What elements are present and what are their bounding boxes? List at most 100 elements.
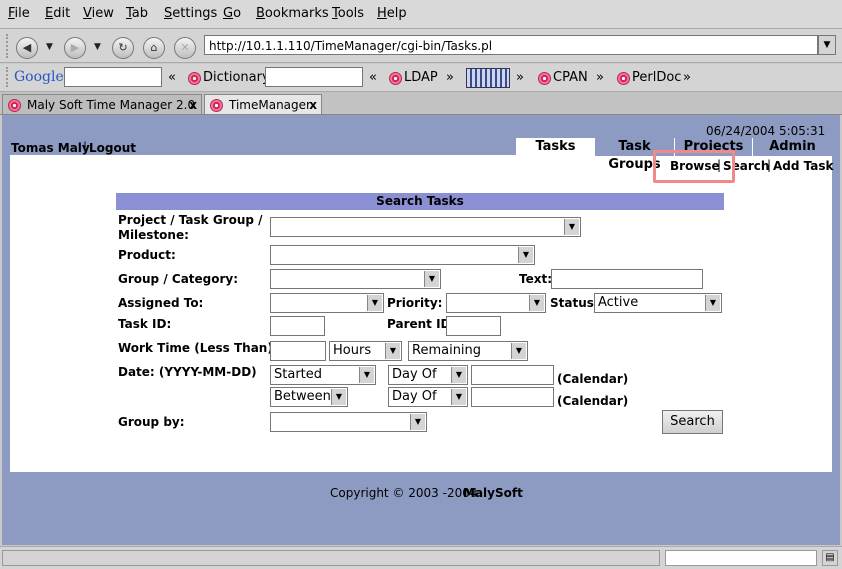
time-unit-select[interactable]: Hours ▼ — [329, 341, 402, 361]
calendar-link[interactable]: (Calendar) — [557, 394, 628, 408]
browser-tab-active[interactable]: TimeManager x — [204, 94, 322, 114]
chevron-down-icon: ▼ — [705, 295, 720, 311]
url-input[interactable]: http://10.1.1.110/TimeManager/cgi-bin/Ta… — [204, 35, 818, 55]
search-toolbar: Google « Dictionary « LDAP » » CPAN » Pe… — [0, 64, 842, 92]
stop-icon[interactable]: ✕ — [174, 37, 196, 59]
group-by-select[interactable]: ▼ — [270, 412, 427, 432]
company-name: MalySoft — [463, 486, 523, 500]
date-field-value: Started — [274, 367, 323, 382]
logout-link[interactable]: Logout — [89, 141, 136, 155]
back-history-chevron-icon[interactable]: ▼ — [46, 42, 53, 52]
date-end-input[interactable] — [471, 387, 554, 407]
expand-icon[interactable]: » — [516, 70, 524, 85]
menu-tools[interactable]: Tools — [332, 6, 364, 21]
project-label: Project / Task Group / — [118, 213, 263, 227]
chevron-down-icon: ▼ — [451, 389, 466, 405]
date-label: Date: (YYYY-MM-DD) — [118, 365, 257, 379]
add-task-link[interactable]: Add Task — [773, 159, 834, 173]
chevron-down-icon: ▼ — [331, 389, 346, 405]
product-label: Product: — [118, 248, 176, 262]
date-mode-value-2: Day Of — [392, 389, 437, 404]
forward-history-chevron-icon[interactable]: ▼ — [94, 42, 101, 52]
browser-tab-label: Maly Soft Time Manager 2.0 — [27, 98, 196, 112]
collapse-icon[interactable]: « — [369, 70, 377, 85]
date-mode-select-2[interactable]: Day Of ▼ — [388, 387, 468, 407]
ldap-label[interactable]: LDAP — [404, 70, 438, 85]
status-label: Status: — [550, 296, 599, 310]
menu-bar: File Edit View Tab Settings Go Bookmarks… — [0, 0, 842, 29]
page-favicon-icon — [8, 99, 21, 112]
close-tab-icon[interactable]: x — [309, 95, 317, 115]
date-range-value: Between — [274, 389, 331, 404]
tab-tasks[interactable]: Tasks — [516, 138, 594, 156]
status-bar: ▤ — [0, 546, 842, 569]
chevron-down-icon: ▼ — [359, 367, 374, 383]
menu-settings[interactable]: Settings — [164, 6, 217, 21]
expand-icon[interactable]: » — [596, 70, 604, 85]
home-icon[interactable]: ⌂ — [143, 37, 165, 59]
menu-bookmarks[interactable]: Bookmarks — [256, 6, 329, 21]
expand-icon[interactable]: » — [446, 70, 454, 85]
dictionary-label[interactable]: Dictionary — [203, 70, 270, 85]
work-time-input[interactable] — [270, 341, 326, 361]
product-select[interactable]: ▼ — [270, 245, 535, 265]
work-time-type-select[interactable]: Remaining ▼ — [408, 341, 528, 361]
progress-area — [665, 550, 817, 566]
work-time-type-value: Remaining — [412, 343, 482, 358]
assigned-to-label: Assigned To: — [118, 296, 204, 310]
status-value: Active — [598, 295, 639, 310]
menu-tab[interactable]: Tab — [126, 6, 148, 21]
collapse-icon[interactable]: « — [168, 70, 176, 85]
chevron-down-icon: ▼ — [424, 271, 439, 287]
perldoc-label[interactable]: PerlDoc — [632, 70, 681, 85]
text-input[interactable] — [551, 269, 703, 289]
priority-select[interactable]: ▼ — [446, 293, 546, 313]
status-select[interactable]: Active ▼ — [594, 293, 722, 313]
task-id-input[interactable] — [270, 316, 325, 336]
dictionary-search-input[interactable] — [265, 67, 363, 87]
search-button[interactable]: Search — [662, 410, 723, 434]
group-category-select[interactable]: ▼ — [270, 269, 441, 289]
separator: | — [83, 140, 88, 154]
assigned-to-select[interactable]: ▼ — [270, 293, 384, 313]
menu-view[interactable]: View — [83, 6, 114, 21]
date-field-select[interactable]: Started ▼ — [270, 365, 376, 385]
url-dropdown-icon[interactable]: ▼ — [818, 35, 836, 55]
date-start-input[interactable] — [471, 365, 554, 385]
security-icon[interactable]: ▤ — [822, 550, 838, 566]
cpan-label[interactable]: CPAN — [553, 70, 588, 85]
status-text-area — [2, 550, 660, 566]
bookmark-logo-icon[interactable] — [466, 68, 510, 88]
calendar-link[interactable]: (Calendar) — [557, 372, 628, 386]
menu-file[interactable]: File — [8, 6, 30, 21]
toolbar-grip[interactable] — [6, 67, 11, 87]
forward-icon[interactable]: ▶ — [64, 37, 86, 59]
close-tab-icon[interactable]: x — [189, 95, 197, 115]
copyright-text: Copyright © 2003 -2004 — [330, 486, 478, 500]
chevron-down-icon: ▼ — [511, 343, 526, 359]
search-tasks-header: Search Tasks — [116, 193, 724, 210]
browser-tab[interactable]: Maly Soft Time Manager 2.0 x — [2, 94, 202, 114]
dictionary-icon — [188, 72, 201, 85]
menu-go[interactable]: Go — [223, 6, 241, 21]
expand-icon[interactable]: » — [683, 70, 691, 85]
google-logo[interactable]: Google — [14, 69, 64, 85]
menu-edit[interactable]: Edit — [45, 6, 70, 21]
date-mode-select[interactable]: Day Of ▼ — [388, 365, 468, 385]
toolbar-grip[interactable] — [6, 34, 11, 58]
priority-label: Priority: — [387, 296, 443, 310]
chevron-down-icon: ▼ — [564, 219, 579, 235]
task-id-label: Task ID: — [118, 317, 172, 331]
group-category-label: Group / Category: — [118, 272, 239, 286]
chevron-down-icon: ▼ — [451, 367, 466, 383]
date-range-select[interactable]: Between ▼ — [270, 387, 348, 407]
parent-id-input[interactable] — [446, 316, 501, 336]
tab-admin[interactable]: Admin — [752, 138, 832, 156]
menu-help[interactable]: Help — [377, 6, 407, 21]
back-icon[interactable]: ◀ — [16, 37, 38, 59]
chevron-down-icon: ▼ — [385, 343, 400, 359]
reload-icon[interactable]: ↻ — [112, 37, 134, 59]
project-select[interactable]: ▼ — [270, 217, 581, 237]
milestone-label: Milestone: — [118, 228, 189, 242]
google-search-input[interactable] — [64, 67, 162, 87]
